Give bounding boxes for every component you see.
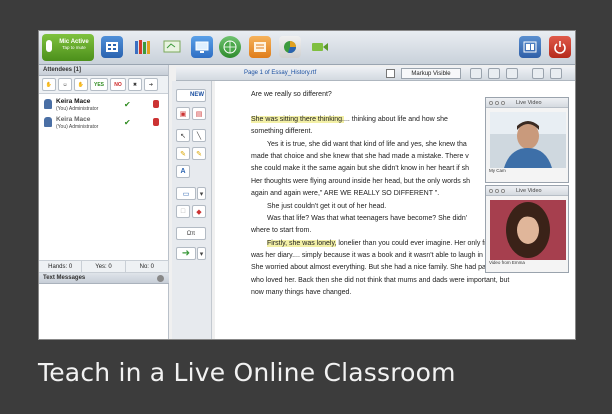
text-rest: ... thinking about life and how she	[344, 115, 448, 123]
markup-checkbox[interactable]	[386, 69, 395, 78]
live-video-title[interactable]: Live Video	[486, 186, 568, 196]
text-rest: lonelier than you could ever imagine. He…	[336, 239, 500, 247]
check-icon: ✔	[124, 100, 131, 109]
microphone-icon	[46, 40, 52, 52]
live-video-window-emma[interactable]: Live Video Video from Emma	[485, 185, 569, 273]
hands-count: Hands: 0	[39, 261, 83, 272]
chevron-down-icon[interactable]: ▾	[197, 247, 206, 260]
highlighted-text: Firstly, she was lonely,	[267, 239, 337, 247]
mic-subtitle: Tap to mute	[62, 45, 86, 50]
smiley-icon[interactable]: ☺	[58, 78, 72, 91]
avatar	[44, 99, 52, 109]
raise-hand-icon[interactable]: ✋	[42, 78, 56, 91]
live-video-window-my-cam[interactable]: Live Video My Cam	[485, 97, 569, 183]
page-indicator[interactable]: Page 1 of Essay_History.rtf	[244, 70, 316, 76]
poll-chart-icon[interactable]	[279, 36, 301, 58]
classroom-window: Mic Active Tap to mute Attendees [1] ✋ ☺…	[38, 30, 576, 340]
text-tool-icon[interactable]: A	[176, 165, 190, 178]
grid-view-icon[interactable]	[506, 68, 518, 79]
symbols-icon[interactable]: Ωπ	[176, 227, 206, 240]
layout-view-icon[interactable]	[519, 36, 541, 58]
document-bar: Page 1 of Essay_History.rtf Markup Visib…	[176, 67, 575, 81]
document-view-icon[interactable]	[470, 68, 482, 79]
library-books-icon[interactable]	[131, 36, 153, 58]
power-exit-icon[interactable]	[549, 36, 571, 58]
mic-active-button[interactable]: Mic Active Tap to mute	[42, 34, 94, 61]
web-browser-icon[interactable]	[219, 36, 241, 58]
notes-icon[interactable]	[249, 36, 271, 58]
status-icon	[153, 100, 159, 108]
video-caption: My Cam	[489, 168, 506, 173]
window-controls[interactable]	[489, 101, 505, 105]
share-screen-icon[interactable]	[101, 36, 123, 58]
zoom-in-icon[interactable]	[532, 68, 544, 79]
line-tool-icon[interactable]: ╲	[192, 129, 206, 142]
highlighted-text: She was sitting there thinking.	[251, 115, 344, 123]
text-messages-section: Text Messages	[39, 273, 169, 284]
text-line: who loved her. Back then she did not thi…	[251, 276, 510, 284]
live-video-title-text: Live Video	[516, 100, 542, 106]
live-video-title[interactable]: Live Video	[486, 98, 568, 108]
rectangle-tool-icon[interactable]: ▭	[176, 187, 196, 200]
video-camera-icon[interactable]	[309, 36, 331, 58]
check-icon: ✔	[124, 118, 131, 127]
response-counts: Hands: 0 Yes: 0 No: 0	[39, 260, 169, 273]
gear-icon[interactable]	[157, 275, 164, 282]
avatar	[44, 117, 52, 127]
new-page-button[interactable]: NEW	[176, 89, 206, 102]
live-video-title-text: Live Video	[516, 188, 542, 194]
webcam-video-man	[490, 112, 566, 168]
arrow-right-icon[interactable]: ➜	[176, 247, 196, 260]
text-line: now many things have changed.	[251, 289, 352, 297]
monitor-icon[interactable]	[191, 36, 213, 58]
page-view-icon[interactable]	[488, 68, 500, 79]
yes-count: Yes: 0	[82, 261, 126, 272]
webcam-video-girl	[490, 200, 566, 260]
zoom-out-icon[interactable]	[550, 68, 562, 79]
main-toolbar: Mic Active Tap to mute	[39, 31, 575, 65]
attendee-name: Keira Mace	[56, 116, 91, 123]
markup-visible-button[interactable]: Markup Visible	[401, 68, 461, 79]
eraser-icon[interactable]: ◆	[192, 205, 206, 218]
shape-icon[interactable]: □	[176, 205, 190, 218]
highlighter-icon[interactable]: ✎	[192, 147, 206, 160]
attendees-header: Attendees [1]	[39, 65, 168, 76]
status-icon	[153, 118, 159, 126]
pencil-icon[interactable]: ✎	[176, 147, 190, 160]
delete-page-icon[interactable]: ▣	[176, 107, 190, 120]
attendees-panel: Attendees [1] ✋ ☺ ✋ YES NO ✖ ➔ Keira Mac…	[39, 65, 169, 339]
attendee-name: Keira Mace	[56, 98, 91, 105]
whiteboard-icon[interactable]	[161, 36, 183, 58]
attendee-role: (You) Administrator	[56, 106, 99, 112]
chevron-down-icon[interactable]: ▾	[197, 187, 206, 200]
attendee-status-toolbar: ✋ ☺ ✋ YES NO ✖ ➔	[39, 76, 168, 94]
marketing-caption: Teach in a Live Online Classroom	[38, 358, 456, 387]
attendee-item[interactable]: Keira Mace (You) Administrator ✔	[39, 115, 169, 135]
no-button[interactable]: NO	[110, 78, 126, 91]
annotation-tools: NEW ▣ ▤ ↖ ╲ ✎ ✎ A ▭ ▾ □ ◆ Ωπ ➜ ▾	[172, 81, 212, 339]
clear-status-icon[interactable]: ✖	[128, 78, 142, 91]
no-count: No: 0	[126, 261, 169, 272]
attendee-role: (You) Administrator	[56, 124, 99, 130]
yes-button[interactable]: YES	[90, 78, 108, 91]
text-messages-header: Text Messages	[39, 273, 169, 284]
import-page-icon[interactable]: ▤	[192, 107, 206, 120]
hand-icon[interactable]: ✋	[74, 78, 88, 91]
video-caption: Video from Emma	[489, 260, 525, 265]
attendee-item[interactable]: Keira Mace (You) Administrator ✔	[39, 97, 169, 117]
pointer-icon[interactable]: ↖	[176, 129, 190, 142]
arrow-right-icon[interactable]: ➔	[144, 78, 158, 91]
window-controls[interactable]	[489, 189, 505, 193]
